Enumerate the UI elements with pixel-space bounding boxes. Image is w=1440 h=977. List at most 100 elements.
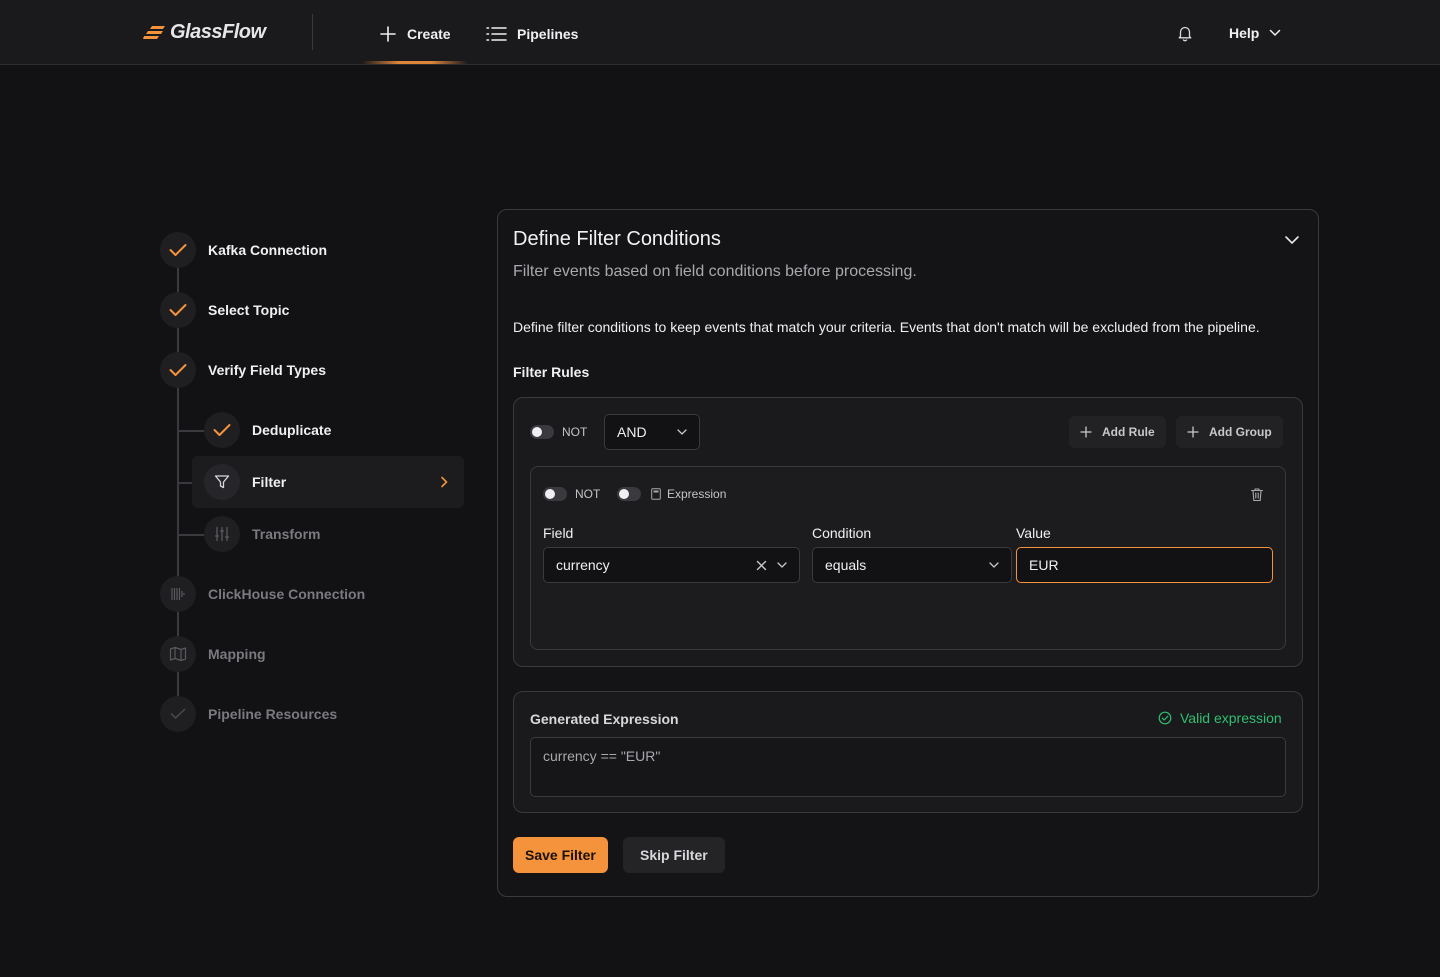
glassflow-logo[interactable]: GlassFlow: [143, 20, 266, 44]
trash-icon[interactable]: [1250, 487, 1264, 502]
add-group-label: Add Group: [1209, 425, 1272, 439]
group-not-label: NOT: [562, 425, 588, 439]
group-operator-select[interactable]: AND: [604, 414, 700, 450]
chevron-down-icon: [777, 562, 787, 568]
expression-status-text: Valid expression: [1180, 710, 1282, 726]
card-subtitle: Filter events based on field conditions …: [513, 263, 917, 280]
step-label: ClickHouse Connection: [208, 586, 366, 602]
add-group-button[interactable]: Add Group: [1176, 416, 1283, 448]
top-bar: GlassFlow Create Pipelines Help: [0, 0, 1440, 65]
check-circle-icon: [1158, 711, 1172, 725]
nav-pipelines-label: Pipelines: [517, 26, 579, 42]
topbar-divider: [312, 14, 313, 50]
logo-text: GlassFlow: [170, 20, 266, 43]
condition-select[interactable]: equals: [812, 547, 1012, 583]
value-input-text: EUR: [1029, 557, 1059, 573]
skip-filter-button[interactable]: Skip Filter: [623, 837, 725, 873]
plus-icon: [380, 26, 396, 42]
field-select-controls: [756, 560, 787, 571]
step-label: Kafka Connection: [208, 242, 328, 258]
step-transform[interactable]: Transform: [204, 516, 320, 552]
filter-rules-title: Filter Rules: [513, 364, 590, 380]
generated-expression-panel: Generated Expression Valid expression cu…: [513, 691, 1303, 813]
step-kafka-connection[interactable]: Kafka Connection: [160, 232, 327, 268]
card-description: Define filter conditions to keep events …: [513, 319, 1260, 335]
step-pipeline-resources[interactable]: Pipeline Resources: [160, 696, 337, 732]
bell-icon[interactable]: [1176, 24, 1194, 42]
step-select-topic[interactable]: Select Topic: [160, 292, 289, 328]
field-select-value: currency: [556, 557, 610, 573]
sliders-icon: [214, 526, 230, 542]
generated-expression-output: currency == "EUR": [530, 737, 1286, 797]
check-icon: [170, 708, 186, 719]
expression-label: Expression: [667, 487, 727, 501]
chevron-down-icon: [989, 562, 999, 568]
chevron-down-icon[interactable]: [1284, 232, 1300, 248]
plus-icon: [1080, 426, 1092, 438]
check-icon: [169, 364, 187, 376]
step-status-circle: [160, 636, 196, 672]
step-status-circle: [204, 516, 240, 552]
field-label: Field: [543, 525, 574, 541]
step-mapping[interactable]: Mapping: [160, 636, 266, 672]
clear-icon[interactable]: [756, 560, 767, 571]
group-not-toggle[interactable]: [530, 425, 554, 439]
step-verify-field-types[interactable]: Verify Field Types: [160, 352, 326, 388]
step-status-circle: [160, 232, 196, 268]
barcode-icon: [171, 588, 185, 600]
chevron-right-icon: [441, 476, 448, 488]
step-deduplicate[interactable]: Deduplicate: [204, 412, 331, 448]
help-menu[interactable]: Help: [1229, 22, 1281, 44]
chevron-down-icon: [677, 429, 687, 435]
filter-conditions-card: Define Filter Conditions Filter events b…: [497, 209, 1319, 897]
group-operator-value: AND: [617, 424, 647, 440]
add-rule-label: Add Rule: [1102, 425, 1155, 439]
expression-status: Valid expression: [1158, 710, 1282, 726]
check-icon: [213, 424, 231, 436]
step-label: Verify Field Types: [208, 362, 327, 378]
nav-create[interactable]: Create: [379, 22, 451, 46]
funnel-icon: [214, 475, 230, 489]
condition-label: Condition: [812, 525, 872, 541]
check-icon: [169, 304, 187, 316]
glassflow-logo-icon: [143, 26, 165, 39]
add-rule-button[interactable]: Add Rule: [1069, 416, 1166, 448]
rule-group: NOT AND Add Rule Add Group NOT Expressio…: [513, 397, 1303, 667]
step-label: Select Topic: [208, 302, 290, 318]
map-icon: [169, 646, 187, 662]
rule-not-label: NOT: [575, 487, 601, 501]
nav-create-label: Create: [407, 26, 451, 42]
generated-expression-title: Generated Expression: [530, 711, 679, 727]
step-label: Pipeline Resources: [208, 706, 338, 722]
generated-expression-text: currency == "EUR": [543, 748, 661, 764]
step-label: Mapping: [208, 646, 266, 662]
stepper-branch: [178, 430, 204, 432]
step-status-circle: [160, 352, 196, 388]
step-clickhouse-connection[interactable]: ClickHouse Connection: [160, 576, 365, 612]
step-status-circle: [204, 464, 240, 500]
step-label: Deduplicate: [252, 422, 332, 438]
expression-toggle[interactable]: [617, 487, 641, 501]
field-select[interactable]: currency: [543, 547, 800, 583]
rule-not-toggle[interactable]: [543, 487, 567, 501]
step-status-circle: [160, 696, 196, 732]
step-status-circle: [160, 576, 196, 612]
plus-icon: [1187, 426, 1199, 438]
step-status-circle: [160, 292, 196, 328]
value-label: Value: [1016, 525, 1051, 541]
step-label: Filter: [252, 474, 287, 490]
help-label: Help: [1229, 25, 1260, 41]
save-filter-button[interactable]: Save Filter: [513, 837, 608, 873]
nav-pipelines[interactable]: Pipelines: [486, 22, 578, 46]
active-nav-indicator: [362, 61, 468, 64]
step-status-circle: [204, 412, 240, 448]
step-filter[interactable]: Filter: [204, 464, 286, 500]
condition-select-value: equals: [825, 557, 867, 573]
chevron-down-icon: [1270, 29, 1281, 37]
list-icon: [486, 27, 507, 41]
stepper-branch: [178, 482, 192, 484]
stepper-branch: [178, 534, 204, 536]
value-input[interactable]: EUR: [1016, 547, 1273, 583]
check-icon: [169, 244, 187, 256]
card-title: Define Filter Conditions: [513, 228, 721, 250]
